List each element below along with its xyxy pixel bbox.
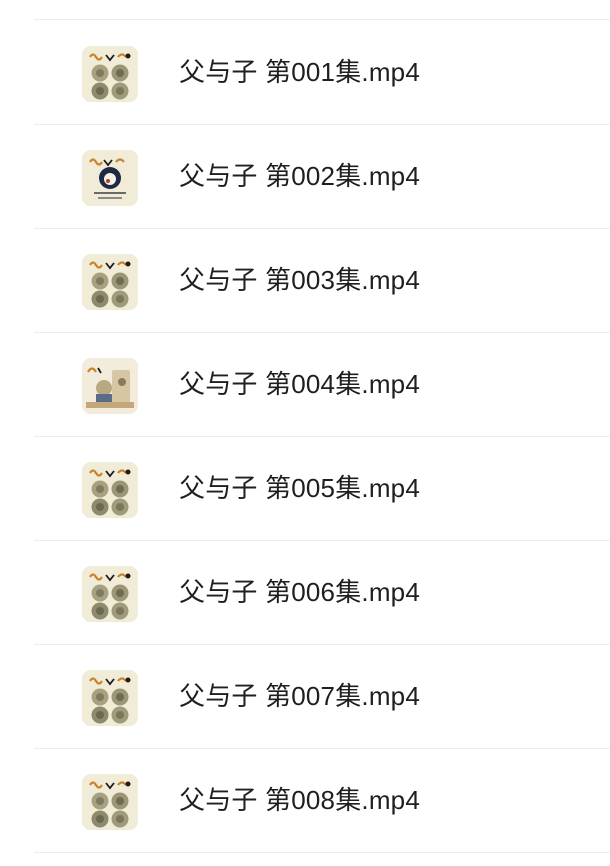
file-row[interactable]: 父与子 第001集.mp4 [0,20,610,124]
list-divider [34,852,610,853]
comic-cover-badge-icon [82,150,138,206]
file-name: 父与子 第005集.mp4 [179,473,421,503]
file-name: 父与子 第006集.mp4 [179,577,421,607]
file-name: 父与子 第004集.mp4 [179,369,421,399]
comic-scene-icon [82,358,138,414]
file-row[interactable]: 父与子 第005集.mp4 [0,436,610,540]
comic-grid-icon [82,462,138,518]
comic-grid-icon [82,46,138,102]
file-row[interactable]: 父与子 第008集.mp4 [0,748,610,852]
file-row[interactable]: 父与子 第006集.mp4 [0,540,610,644]
comic-grid-icon [82,254,138,310]
file-name: 父与子 第003集.mp4 [179,265,421,295]
file-name: 父与子 第007集.mp4 [179,681,421,711]
comic-grid-icon [82,670,138,726]
comic-grid-icon [82,774,138,830]
file-row[interactable]: 父与子 第003集.mp4 [0,228,610,332]
file-row[interactable]: 父与子 第002集.mp4 [0,124,610,228]
file-name: 父与子 第008集.mp4 [179,785,421,815]
file-row[interactable]: 父与子 第007集.mp4 [0,644,610,748]
comic-grid-icon [82,566,138,622]
file-name: 父与子 第001集.mp4 [179,57,421,87]
file-row[interactable]: 父与子 第004集.mp4 [0,332,610,436]
file-name: 父与子 第002集.mp4 [179,161,421,191]
